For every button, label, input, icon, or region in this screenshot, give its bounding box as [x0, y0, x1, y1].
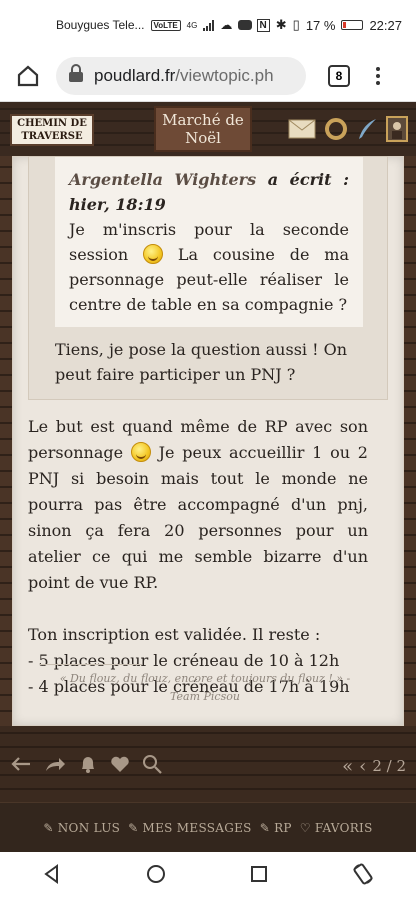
lock-icon	[68, 64, 84, 87]
quill-icon: ✎	[128, 820, 139, 835]
marche-line2: Noël	[185, 129, 221, 147]
url-path: /viewtopic.ph	[175, 65, 274, 85]
nav-mes-messages[interactable]: ✎ MES MESSAGES	[128, 821, 252, 835]
vibrate-icon: ▯	[292, 17, 300, 32]
signature-author: Team Picsou	[170, 690, 240, 703]
network-label: 4G	[186, 20, 198, 30]
nav-rp[interactable]: ✎ RP	[260, 821, 292, 835]
inner-quote-block: Argentella Wighters a écrit : hier, 18:1…	[55, 157, 363, 327]
nav-non-lus[interactable]: ✎ NON LUS	[43, 821, 120, 835]
volte-badge: VoLTE	[150, 19, 181, 31]
prev-page-icon[interactable]: ‹	[359, 756, 366, 777]
search-icon[interactable]	[142, 754, 162, 778]
home-icon[interactable]	[0, 50, 56, 102]
back-arrow-icon[interactable]	[10, 755, 32, 777]
share-icon[interactable]	[44, 755, 66, 777]
brick-wall-left	[0, 156, 12, 726]
signature: « Du flouz, du flouz, encore et toujours…	[40, 670, 370, 706]
page-indicator: 2 / 2	[372, 757, 406, 775]
post-para1-b: Je peux accueillir 1 ou 2 PNJ si besoin …	[28, 443, 368, 592]
bell-icon[interactable]	[78, 754, 98, 778]
back-icon[interactable]	[41, 863, 63, 889]
ring-icon[interactable]	[324, 117, 348, 145]
nav-favoris[interactable]: ♡ FAVORIS	[300, 821, 373, 835]
url-domain: poudlard.fr	[94, 65, 176, 85]
more-icon[interactable]	[376, 66, 380, 85]
clock-label: 22:27	[369, 17, 402, 33]
nav-non-lus-label: NON LUS	[57, 820, 121, 835]
portrait-icon[interactable]	[386, 116, 408, 146]
carrier-label: Bouygues Tele...	[56, 18, 145, 32]
battery-label: 17 %	[305, 17, 336, 33]
quote-author: Argentella Wighters	[69, 170, 257, 189]
url-field[interactable]: poudlard.fr/viewtopic.ph	[56, 56, 306, 95]
youtube-icon	[238, 20, 253, 30]
quill-icon: ✎	[259, 820, 271, 835]
smile-emoji-icon	[143, 244, 164, 264]
forum-bottom-nav: ✎ NON LUS ✎ MES MESSAGES ✎ RP ♡ FAVORIS	[0, 802, 416, 852]
pagination: « ‹ 2 / 2	[342, 756, 406, 777]
post-validated: Ton inscription est validée. Il reste :	[28, 625, 321, 644]
heart-outline-icon: ♡	[299, 820, 311, 835]
status-bar: Bouygues Tele... VoLTE 4G ☁ N ✱ ▯ 17 % 2…	[0, 0, 416, 50]
forum-header: CHEMIN DE TRAVERSE Marché de Noël	[0, 102, 416, 156]
smile-emoji-icon	[130, 442, 151, 462]
bluetooth-icon: ✱	[275, 17, 287, 32]
home-circle-icon[interactable]	[145, 863, 167, 889]
recents-icon[interactable]	[249, 864, 269, 888]
chemin-line2: TRAVERSE	[21, 131, 83, 142]
tab-count: 8	[335, 68, 343, 83]
brick-wall-right	[404, 156, 416, 726]
chemin-line1: CHEMIN DE	[17, 118, 87, 129]
browser-toolbar: poudlard.fr/viewtopic.ph 8	[0, 50, 416, 102]
nav-favoris-label: FAVORIS	[314, 820, 373, 835]
signal-icon	[203, 19, 215, 31]
chemin-de-traverse-button[interactable]: CHEMIN DE TRAVERSE	[10, 114, 94, 146]
envelope-icon[interactable]	[288, 119, 316, 143]
nav-rp-label: RP	[274, 820, 292, 835]
nav-mes-messages-label: MES MESSAGES	[142, 820, 252, 835]
post-body: Le but est quand même de RP avec son per…	[28, 414, 368, 700]
quote-reply-text: Tiens, je pose la question aussi ! On pe…	[55, 340, 348, 384]
outer-quote-block: Argentella Wighters a écrit : hier, 18:1…	[28, 156, 388, 400]
marche-de-noel-button[interactable]: Marché de Noël	[154, 106, 252, 152]
signature-divider	[40, 664, 142, 665]
quill-icon: ✎	[43, 820, 54, 835]
marche-line1: Marché de	[162, 111, 244, 129]
quill-icon[interactable]	[356, 117, 378, 145]
nfc-icon: N	[256, 18, 270, 32]
tabs-icon[interactable]: 8	[328, 64, 350, 87]
battery-icon	[341, 20, 364, 30]
chevron-left-icon[interactable]: «	[342, 756, 353, 777]
signature-quote: « Du flouz, du flouz, encore et toujours…	[59, 672, 351, 685]
post-toolbar: « ‹ 2 / 2	[0, 726, 416, 802]
heart-icon[interactable]	[110, 755, 130, 777]
android-nav-bar	[0, 852, 416, 900]
cloud-icon: ☁	[220, 18, 233, 32]
rotate-icon[interactable]	[351, 862, 375, 890]
